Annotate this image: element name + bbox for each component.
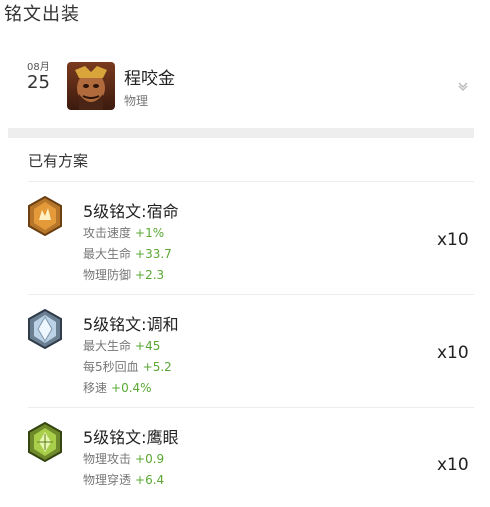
rune-count: x10 (437, 343, 469, 363)
date-day: 25 (27, 72, 50, 93)
section-title: 已有方案 (28, 152, 89, 170)
hero-selector[interactable]: 08月 25 程咬金 物理 (0, 50, 490, 125)
stat-label: 物理穿透 (83, 473, 132, 487)
hero-type: 物理 (124, 94, 149, 108)
rune-orange-icon (27, 195, 63, 237)
hero-avatar (67, 62, 115, 110)
stat-label: 物理防御 (83, 268, 132, 282)
rune-stat: 物理攻击 +0.9 (83, 450, 164, 467)
stat-value: +1% (135, 226, 165, 240)
rune-stat: 物理防御 +2.3 (83, 266, 164, 283)
stat-label: 每5秒回血 (83, 360, 139, 374)
rune-stat: 最大生命 +33.7 (83, 245, 172, 262)
hero-name: 程咬金 (124, 69, 175, 89)
stat-value: +6.4 (135, 473, 165, 487)
rune-stat: 移速 +0.4% (83, 379, 152, 396)
rune-count: x10 (437, 455, 469, 475)
rune-blue-icon (27, 308, 63, 350)
stat-label: 移速 (83, 381, 108, 395)
stat-value: +0.4% (111, 381, 152, 395)
stat-label: 最大生命 (83, 247, 132, 261)
rune-row[interactable]: 5级铭文:调和 最大生命 +45 每5秒回血 +5.2 移速 +0.4% x10 (0, 295, 490, 407)
rune-name: 5级铭文:鹰眼 (83, 428, 179, 447)
rune-green-icon (27, 421, 63, 463)
rune-name: 5级铭文:宿命 (83, 202, 179, 221)
stat-value: +2.3 (135, 268, 165, 282)
rune-stat: 攻击速度 +1% (83, 224, 164, 241)
stat-value: +45 (135, 339, 161, 353)
stat-value: +33.7 (135, 247, 172, 261)
stat-label: 攻击速度 (83, 226, 132, 240)
section-divider (8, 128, 474, 138)
stat-label: 最大生命 (83, 339, 132, 353)
rune-stat: 每5秒回血 +5.2 (83, 358, 172, 375)
stat-label: 物理攻击 (83, 452, 132, 466)
page-title: 铭文出装 (4, 4, 80, 25)
rune-name: 5级铭文:调和 (83, 315, 179, 334)
rune-stat: 最大生命 +45 (83, 337, 160, 354)
date-display: 08月 25 (27, 62, 50, 92)
rune-stat: 物理穿透 +6.4 (83, 471, 164, 488)
rune-count: x10 (437, 230, 469, 250)
rune-row[interactable]: 5级铭文:宿命 攻击速度 +1% 最大生命 +33.7 物理防御 +2.3 x10 (0, 182, 490, 294)
stat-value: +0.9 (135, 452, 165, 466)
stat-value: +5.2 (142, 360, 172, 374)
chevron-down-icon[interactable] (455, 78, 471, 94)
rune-row[interactable]: 5级铭文:鹰眼 物理攻击 +0.9 物理穿透 +6.4 x10 (0, 408, 490, 507)
